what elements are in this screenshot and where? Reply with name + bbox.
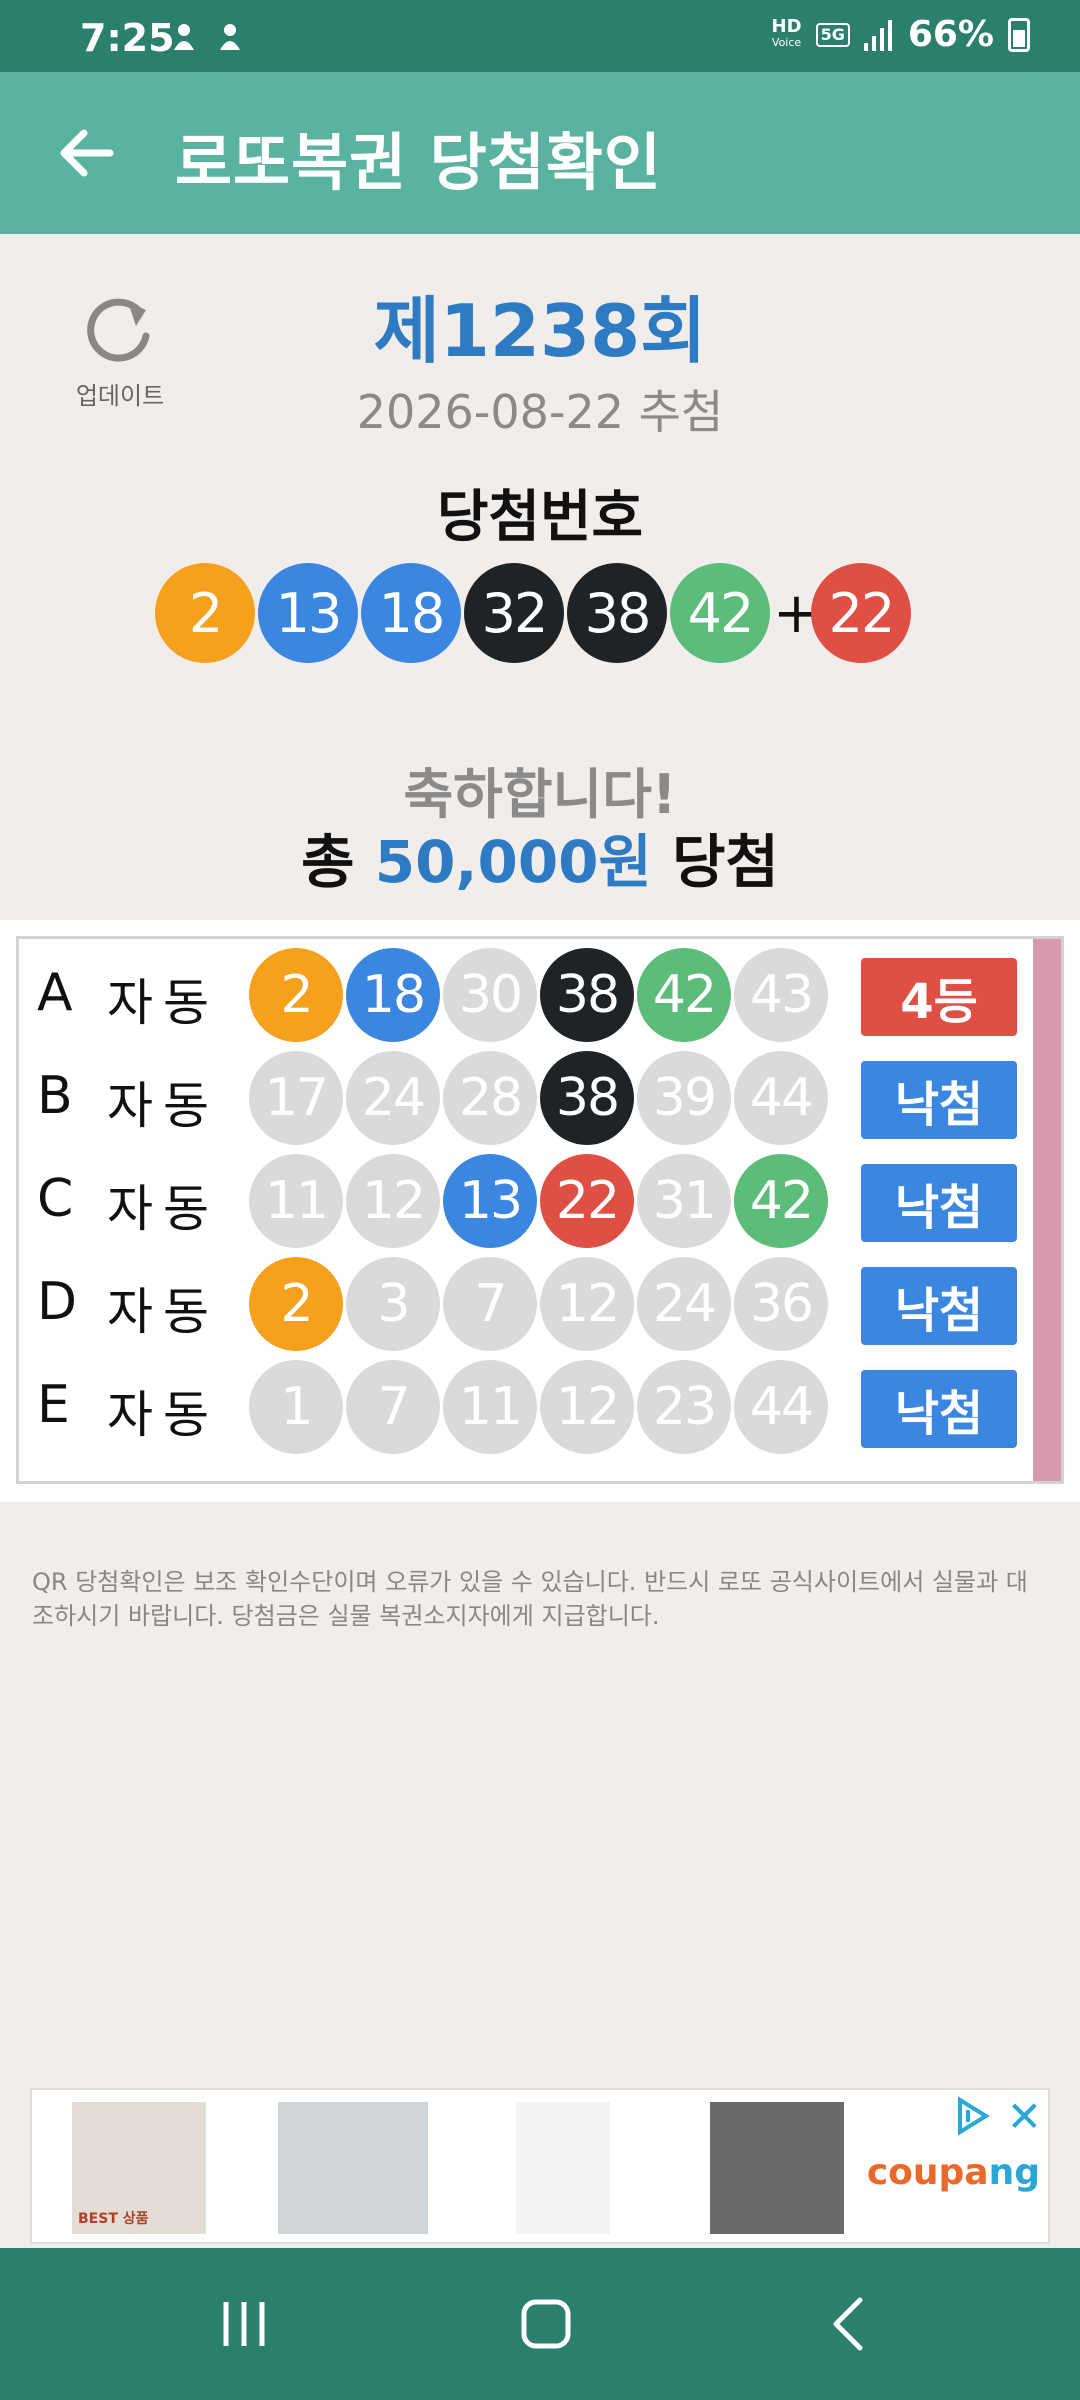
status-bar: 7:25 HD Voice 5G 66%	[0, 0, 1080, 72]
game-row: A 자동 2 18 30 38 42 43 4등	[19, 945, 1019, 1042]
game-letter: A	[37, 963, 73, 1023]
game-ball: 7	[443, 1257, 537, 1351]
game-ball: 18	[346, 948, 440, 1042]
ad-close-icon[interactable]: ✕	[1007, 2092, 1042, 2141]
result-badge[interactable]: 낙첨	[861, 1164, 1017, 1242]
game-ball: 38	[540, 1051, 634, 1145]
back-icon[interactable]	[814, 2288, 886, 2360]
game-ball: 2	[249, 948, 343, 1042]
game-row: B 자동 17 24 28 38 39 44 낙첨	[19, 1048, 1019, 1145]
game-row: C 자동 11 12 13 22 31 42 낙첨	[19, 1151, 1019, 1248]
game-ball: 42	[637, 948, 731, 1042]
recent-apps-icon[interactable]	[208, 2288, 280, 2360]
game-ball: 3	[346, 1257, 440, 1351]
game-row: E 자동 1 7 11 12 23 44 낙첨	[19, 1357, 1019, 1454]
ad-product-image[interactable]	[710, 2102, 844, 2234]
game-letter: E	[37, 1375, 70, 1435]
game-ball: 31	[637, 1154, 731, 1248]
game-ball: 1	[249, 1360, 343, 1454]
game-ball: 43	[734, 948, 828, 1042]
notification-icon	[220, 24, 240, 50]
game-ball: 12	[540, 1360, 634, 1454]
game-ball: 11	[249, 1154, 343, 1248]
app-bar: 로또복권 당첨확인	[0, 72, 1080, 234]
games-table: A 자동 2 18 30 38 42 43 4등 B 자동 17 24 28 3…	[16, 936, 1064, 1484]
scrollbar[interactable]	[1033, 939, 1061, 1481]
game-letter: C	[37, 1169, 74, 1229]
back-arrow-icon[interactable]	[50, 117, 122, 189]
game-ball: 11	[443, 1360, 537, 1454]
game-mode: 자동	[107, 974, 219, 1032]
game-ball: 12	[540, 1257, 634, 1351]
ad-product-image[interactable]: BEST 상품	[72, 2102, 206, 2234]
winning-ball: 13	[258, 563, 358, 663]
game-ball: 7	[346, 1360, 440, 1454]
game-ball: 28	[443, 1051, 537, 1145]
game-ball: 24	[637, 1257, 731, 1351]
games-section: A 자동 2 18 30 38 42 43 4등 B 자동 17 24 28 3…	[0, 920, 1080, 1502]
ad-brand-logo[interactable]: coupang	[867, 2152, 1040, 2193]
game-ball: 17	[249, 1051, 343, 1145]
result-badge[interactable]: 낙첨	[861, 1267, 1017, 1345]
winning-ball: 2	[155, 563, 255, 663]
notification-icon	[174, 24, 194, 50]
draw-number: 제1238회	[373, 289, 707, 373]
ad-choices-icon[interactable]	[952, 2096, 992, 2136]
draw-date: 2026-08-22 추첨	[356, 385, 724, 439]
game-ball: 38	[540, 948, 634, 1042]
result-badge[interactable]: 낙첨	[861, 1370, 1017, 1448]
game-mode: 자동	[107, 1180, 219, 1238]
game-ball: 44	[734, 1051, 828, 1145]
plus-sign: +	[773, 580, 820, 646]
winning-ball: 38	[567, 563, 667, 663]
game-ball: 44	[734, 1360, 828, 1454]
battery-percent: 66%	[907, 14, 994, 55]
network-5g-icon: 5G	[815, 22, 850, 47]
game-letter: B	[37, 1066, 73, 1126]
hd-voice-icon: HD Voice	[771, 15, 802, 49]
winning-numbers-title: 당첨번호	[436, 485, 644, 550]
game-mode: 자동	[107, 1283, 219, 1341]
battery-icon	[1008, 17, 1030, 52]
game-ball: 2	[249, 1257, 343, 1351]
disclaimer-text: QR 당첨확인은 보조 확인수단이며 오류가 있을 수 있습니다. 반드시 로또…	[32, 1568, 1028, 1630]
game-ball: 22	[540, 1154, 634, 1248]
signal-icon	[863, 19, 892, 51]
game-row: D 자동 2 3 7 12 24 36 낙첨	[19, 1254, 1019, 1351]
ad-product-image[interactable]	[278, 2102, 428, 2234]
game-ball: 36	[734, 1257, 828, 1351]
game-ball: 30	[443, 948, 537, 1042]
status-time: 7:25	[80, 16, 175, 60]
total-prize: 총 50,000원 당첨	[301, 828, 779, 896]
winning-ball: 32	[464, 563, 564, 663]
home-icon[interactable]	[510, 2288, 582, 2360]
ad-banner[interactable]: BEST 상품 ✕ coupang	[30, 2088, 1050, 2244]
system-nav-bar	[0, 2248, 1080, 2400]
game-ball: 42	[734, 1154, 828, 1248]
page-title: 로또복권 당첨확인	[175, 126, 662, 199]
total-amount: 50,000원	[374, 828, 652, 896]
game-ball: 13	[443, 1154, 537, 1248]
result-badge[interactable]: 낙첨	[861, 1061, 1017, 1139]
winning-ball: 42	[670, 563, 770, 663]
game-letter: D	[37, 1272, 78, 1332]
game-ball: 23	[637, 1360, 731, 1454]
game-mode: 자동	[107, 1386, 219, 1444]
bonus-ball: 22	[811, 563, 911, 663]
winning-numbers: 2 13 18 32 38 42 + 22	[155, 563, 914, 663]
ad-product-image[interactable]	[516, 2102, 610, 2234]
result-badge[interactable]: 4등	[861, 958, 1017, 1036]
game-ball: 24	[346, 1051, 440, 1145]
game-ball: 39	[637, 1051, 731, 1145]
winning-ball: 18	[361, 563, 461, 663]
game-mode: 자동	[107, 1077, 219, 1135]
game-ball: 12	[346, 1154, 440, 1248]
